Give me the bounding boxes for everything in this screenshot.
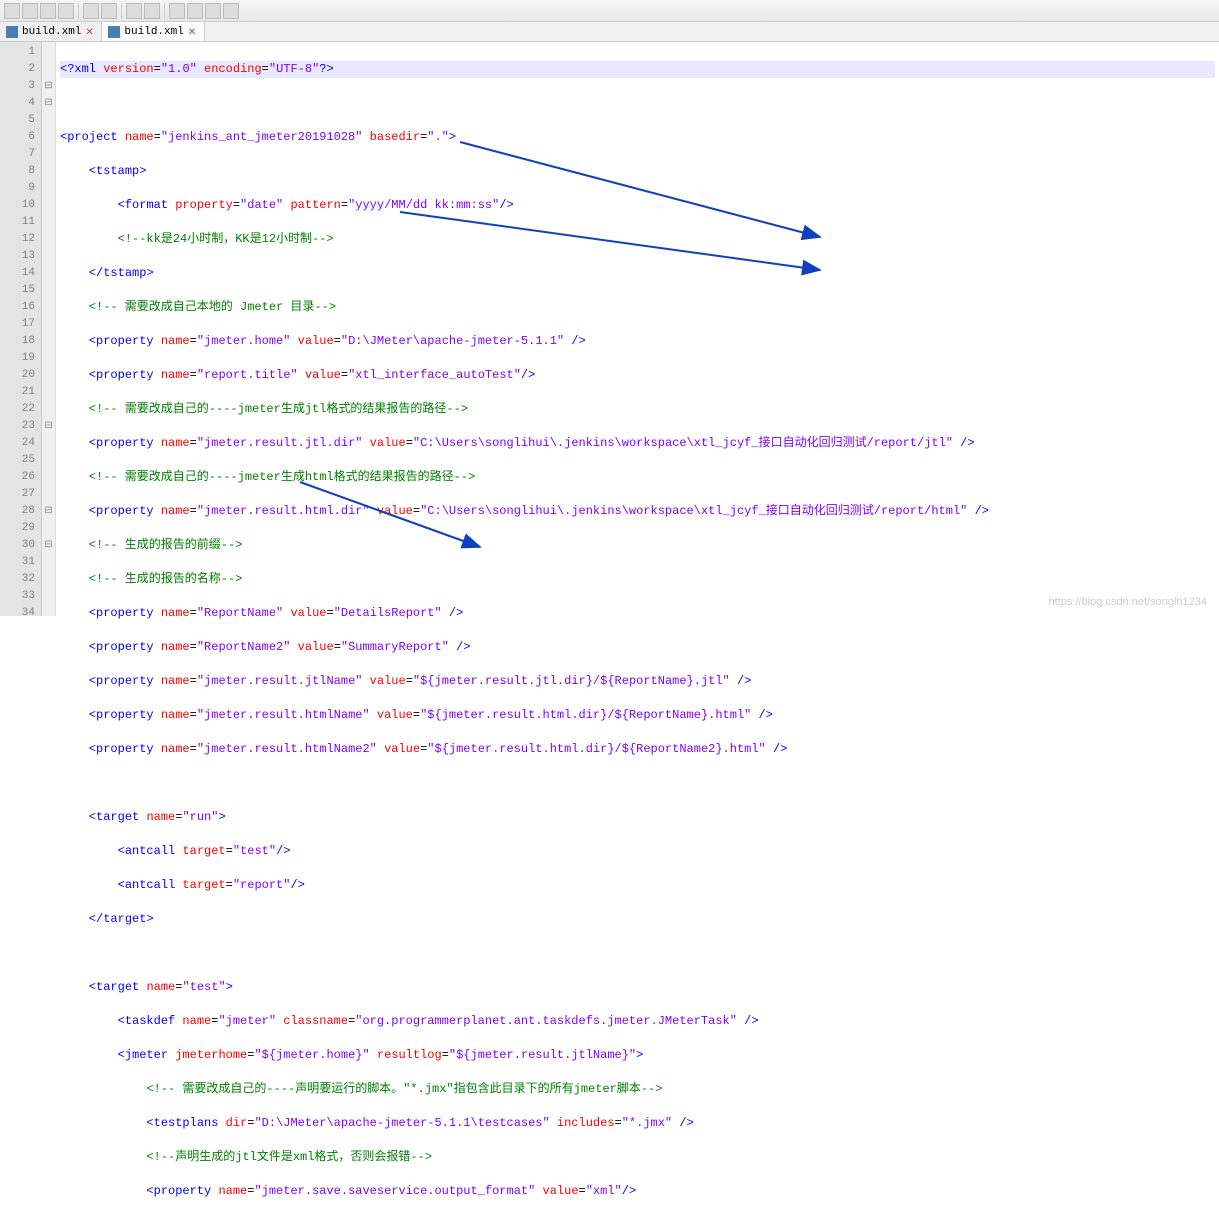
fold-gutter[interactable]: ⊟⊟⊟⊟⊟ (42, 42, 56, 616)
toolbar-button[interactable] (22, 3, 38, 19)
toolbar-button[interactable] (83, 3, 99, 19)
toolbar-button[interactable] (58, 3, 74, 19)
toolbar-button[interactable] (144, 3, 160, 19)
toolbar (0, 0, 1219, 22)
file-icon (6, 26, 18, 38)
close-icon[interactable]: ✕ (188, 27, 198, 37)
toolbar-button[interactable] (101, 3, 117, 19)
toolbar-button[interactable] (223, 3, 239, 19)
tab-build-xml-2[interactable]: build.xml ✕ (102, 22, 204, 41)
toolbar-button[interactable] (169, 3, 185, 19)
tab-label: build.xml (22, 26, 81, 38)
close-icon[interactable]: ✕ (85, 27, 95, 37)
tab-build-xml-1[interactable]: build.xml ✕ (0, 22, 102, 41)
line-number-gutter: 1234567891011121314151617181920212223242… (0, 42, 42, 616)
toolbar-button[interactable] (40, 3, 56, 19)
code-content[interactable]: <?xml version="1.0" encoding="UTF-8"?> <… (56, 42, 1219, 616)
tab-label: build.xml (124, 26, 183, 38)
tab-bar: build.xml ✕ build.xml ✕ (0, 22, 1219, 42)
toolbar-button[interactable] (126, 3, 142, 19)
watermark: https://blog.csdn.net/songlh1234 (1049, 596, 1207, 608)
toolbar-button[interactable] (4, 3, 20, 19)
toolbar-button[interactable] (205, 3, 221, 19)
editor-area[interactable]: 1234567891011121314151617181920212223242… (0, 42, 1219, 616)
toolbar-button[interactable] (187, 3, 203, 19)
file-icon (108, 26, 120, 38)
